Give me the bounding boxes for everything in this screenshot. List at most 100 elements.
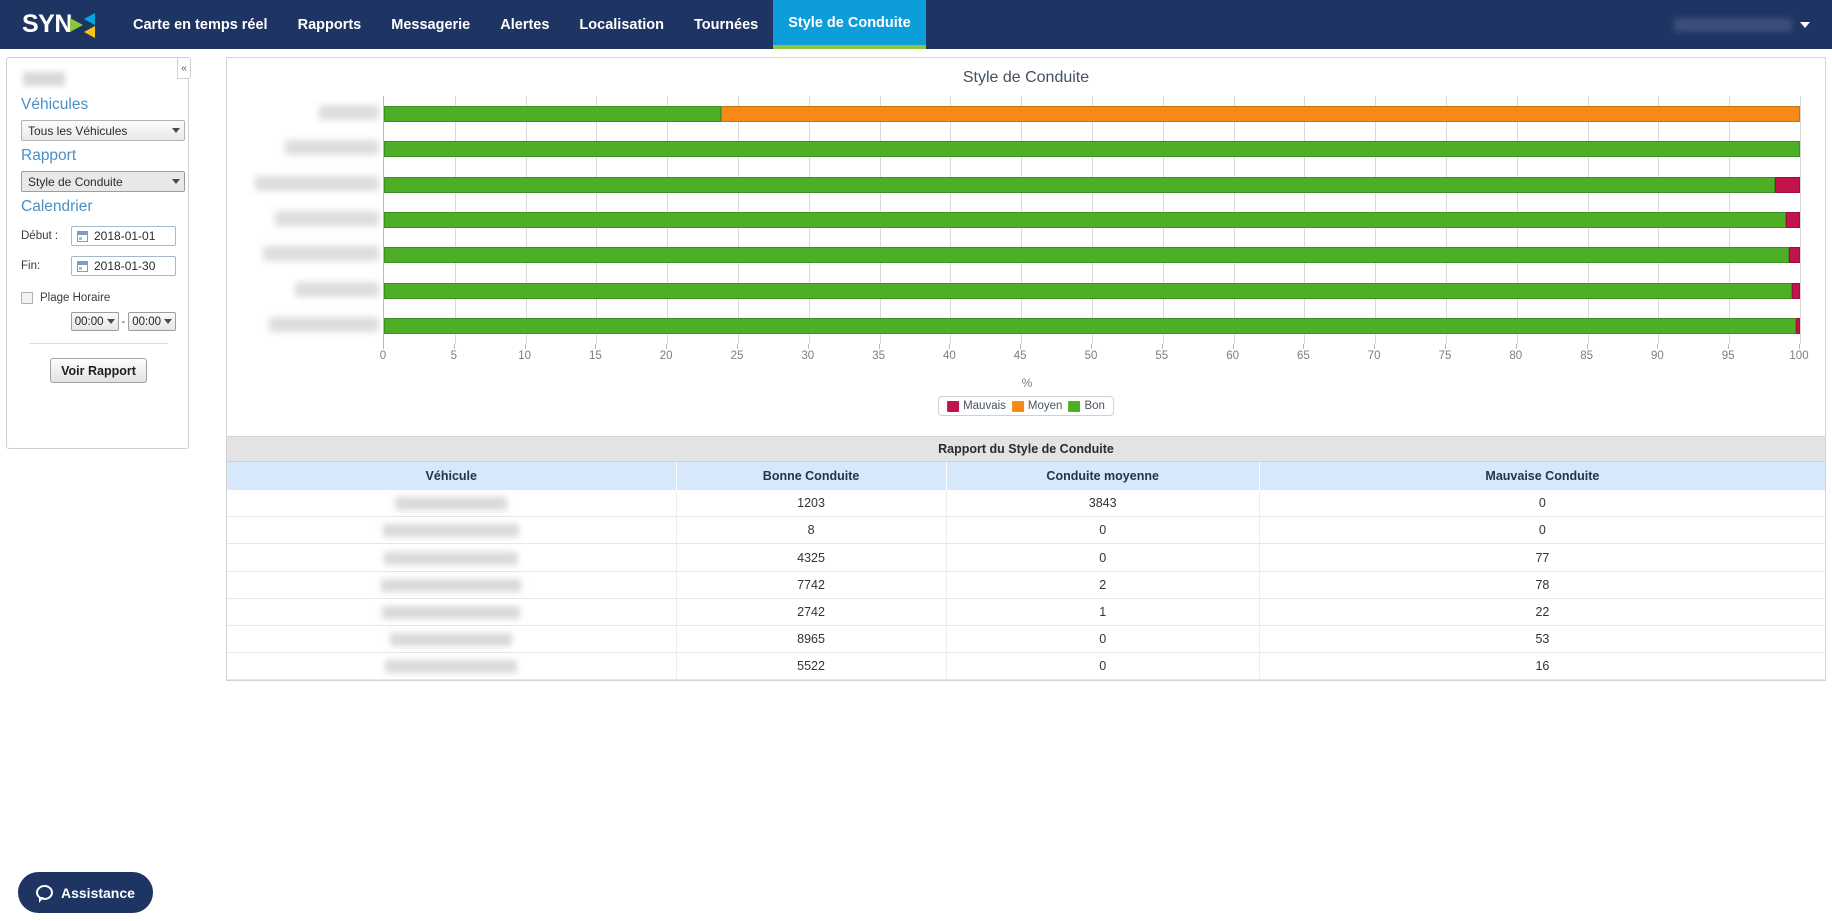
chart-bar-row[interactable] [384,282,1800,299]
chart-bar-row[interactable] [384,141,1800,158]
legend-label: Moyen [1027,400,1063,412]
report-table-header-row: Véhicule Bonne Conduite Conduite moyenne… [227,462,1825,490]
column-header-mauvaise-conduite[interactable]: Mauvaise Conduite [1259,462,1825,490]
chart-bar-row[interactable] [384,176,1800,193]
chart-category-label [263,246,379,262]
chart-bar-segment-bon[interactable] [384,105,721,122]
chart-bar-segment-bon[interactable] [384,282,1792,299]
chart-x-tick [1586,344,1588,349]
chart-x-axis-label: % [1021,376,1033,390]
chart-bar-segment-bon[interactable] [384,318,1796,335]
column-header-conduite-moyenne[interactable]: Conduite moyenne [946,462,1260,490]
cell-vehicule [227,652,677,681]
nav-item-messagerie[interactable]: Messagerie [376,0,485,49]
cell-bonne-conduite: 4325 [676,543,947,572]
chart-x-tick [524,344,526,349]
cell-vehicule [227,571,677,599]
vehicles-select[interactable]: Tous les Véhicules [21,120,185,141]
table-row[interactable]: 8965 0 53 [227,625,1825,654]
start-date-label: Début : [21,230,59,242]
chart-bar-row[interactable] [384,212,1800,228]
nav-item-localisation[interactable]: Localisation [564,0,679,49]
chart-x-tick [1374,344,1376,349]
legend-label: Bon [1084,400,1105,412]
cell-mauvaise-conduite: 0 [1259,490,1825,518]
column-header-vehicule[interactable]: Véhicule [227,462,677,490]
cell-conduite-moyenne: 0 [946,543,1260,572]
table-row[interactable]: 5522 0 16 [227,652,1825,681]
view-report-button[interactable]: Voir Rapport [50,358,147,383]
chart-x-axis: 0 5 10 15 20 25 30 35 40 45 50 55 60 65 70 75 80 85 90 95 10… [379,344,1809,366]
chart-x-tick [807,344,809,349]
chart-bar-segment-mauvais[interactable] [1786,212,1800,228]
chart-legend: Mauvais Moyen Bon [938,396,1114,416]
nav-item-rapports[interactable]: Rapports [283,0,377,49]
table-row[interactable]: 2742 1 22 [227,598,1825,627]
chart-x-tick-label: 25 [730,350,744,362]
time-range-checkbox[interactable] [21,292,33,304]
table-row[interactable]: 800 [227,516,1825,545]
chart-bar-segment-bon[interactable] [384,247,1789,264]
start-date-input[interactable]: 2018-01-01 [71,226,176,246]
chart-gridline [1800,96,1801,344]
cell-mauvaise-conduite: 53 [1259,625,1825,654]
chart-x-tick [453,344,455,349]
time-from-select[interactable]: 00:00 [70,312,119,331]
chart-x-tick [1657,344,1659,349]
synx-logo[interactable]: SYN [22,0,118,49]
chart-bar-segment-bon[interactable] [384,176,1776,193]
chart-x-tick-label: 85 [1580,350,1593,362]
chart-bar-row[interactable] [384,318,1800,335]
assistance-button[interactable]: Assistance [18,872,153,913]
nav-item-tournees[interactable]: Tournées [679,0,773,49]
time-from-value: 00:00 [74,315,104,328]
chart-x-tick [383,344,384,349]
vehicule-name-redacted [395,497,508,511]
end-date-input[interactable]: 2018-01-30 [71,256,176,276]
cell-mauvaise-conduite: 78 [1259,571,1825,599]
chart-bar-segment-bon[interactable] [384,212,1786,228]
vehicule-name-redacted [390,633,513,647]
cell-vehicule [227,625,677,654]
report-select[interactable]: Style de Conduite [21,171,185,192]
chart-bar-row[interactable] [384,105,1800,122]
chart-bar-segment-mauvais[interactable] [1775,176,1800,193]
calendar-icon[interactable] [77,230,88,242]
sidebar-collapse-button[interactable]: « [177,57,191,79]
cell-conduite-moyenne: 1 [946,598,1260,627]
time-range-label: Plage Horaire [40,292,111,304]
chart-bar-segment-mauvais[interactable] [1795,318,1800,335]
chart-x-tick-label: 0 [379,350,387,362]
chart-x-tick-label: 5 [450,350,457,362]
chart-x-tick [1445,344,1446,349]
legend-item-mauvais[interactable]: Mauvais [947,400,1006,412]
column-header-bonne-conduite[interactable]: Bonne Conduite [676,462,947,490]
chart-x-tick-label: 75 [1438,350,1452,362]
chart-bar-segment-mauvais[interactable] [1789,247,1800,264]
calendar-icon[interactable] [77,260,88,272]
legend-item-bon[interactable]: Bon [1068,400,1105,412]
speech-bubble-icon [36,885,53,903]
user-name-label [1674,17,1792,32]
nav-item-style-de-conduite[interactable]: Style de Conduite [773,0,926,49]
chart-x-tick-label: 90 [1650,350,1664,362]
table-row[interactable]: 7742 2 78 [227,571,1825,599]
nav-item-alertes[interactable]: Alertes [485,0,564,49]
chart-bar-segment-moyen[interactable] [721,105,1800,122]
time-range-row: Plage Horaire [21,292,176,304]
user-menu[interactable] [1662,0,1822,49]
chevron-down-icon [106,319,115,324]
chart-bar-segment-bon[interactable] [384,141,1800,158]
table-row[interactable]: 1203 3843 0 [227,490,1825,518]
cell-vehicule [227,543,677,572]
legend-item-moyen[interactable]: Moyen [1011,400,1063,412]
nav-item-carte-temps-reel[interactable]: Carte en temps réel [118,0,283,49]
time-range-separator: - [121,315,126,328]
chart-bar-segment-mauvais[interactable] [1791,282,1800,299]
table-row[interactable]: 4325 0 77 [227,543,1825,572]
time-to-select[interactable]: 00:00 [128,312,176,331]
chart-bar-row[interactable] [384,247,1800,264]
chart-category-labels [227,96,383,361]
chevron-down-icon [172,128,180,133]
chart-x-tick-label: 65 [1296,350,1310,362]
